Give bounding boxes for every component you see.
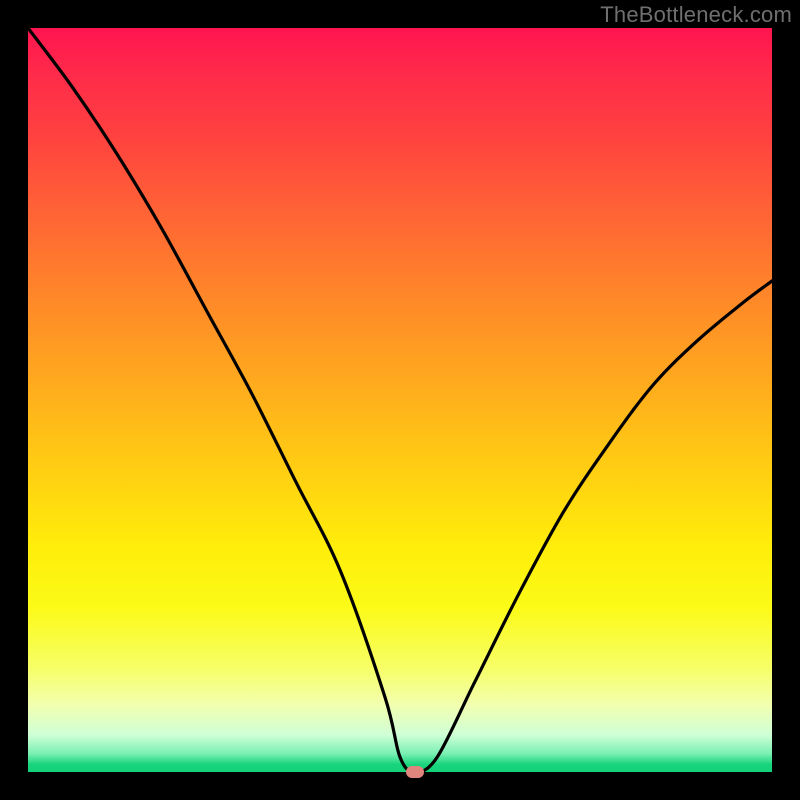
bottleneck-curve <box>28 28 772 772</box>
optimum-marker <box>406 766 424 778</box>
chart-frame: TheBottleneck.com <box>0 0 800 800</box>
plot-area <box>28 28 772 772</box>
watermark-label: TheBottleneck.com <box>600 2 792 28</box>
